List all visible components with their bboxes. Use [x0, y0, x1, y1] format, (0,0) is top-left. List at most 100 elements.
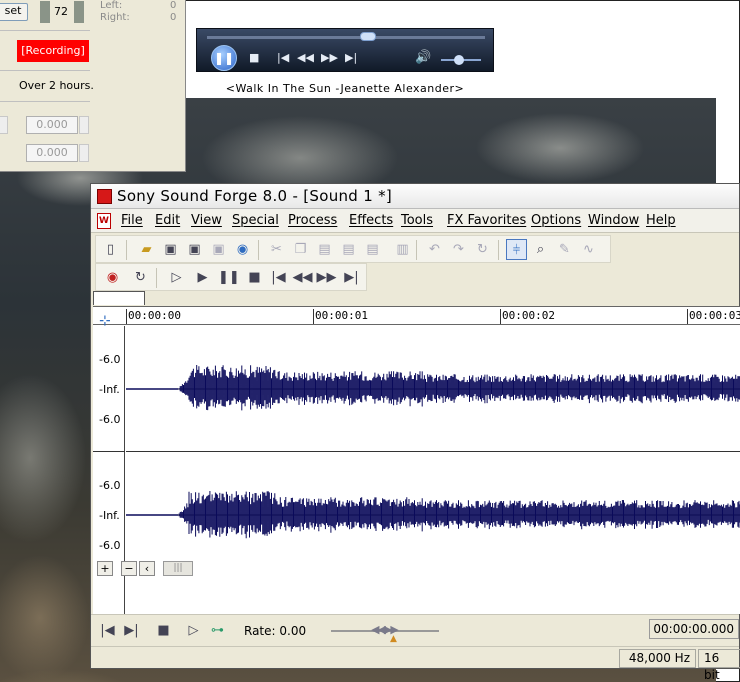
play-icon[interactable]: ▶	[192, 267, 213, 288]
pencil-tool-icon[interactable]: ✎	[554, 239, 575, 260]
menu-view[interactable]: View	[191, 213, 222, 228]
toolbar-separator	[156, 268, 157, 288]
now-playing-title: <Walk In The Sun -Jeanette Alexander>	[225, 82, 465, 95]
menu-process[interactable]: Process	[288, 213, 337, 228]
zoom-out-button[interactable]: −	[121, 561, 137, 576]
new-file-icon[interactable]: ▯	[100, 239, 121, 260]
edit-tool-icon[interactable]: ⫩	[506, 239, 527, 260]
rate-marker-icon: ▲	[390, 634, 397, 644]
pause-icon: ❚❚	[213, 51, 235, 65]
transport-toolbar: ◉ ↻ ▷ ▶ ❚❚ ■ |◀ ◀◀ ▶▶ ▶|	[95, 263, 367, 291]
level-value: 72	[54, 5, 68, 18]
rewind-button-icon[interactable]: ◀◀	[292, 267, 313, 288]
previous-icon[interactable]: |◀	[277, 52, 289, 64]
play-all-icon[interactable]: ▷	[166, 267, 187, 288]
go-to-end-icon[interactable]: ▶|	[121, 620, 142, 641]
waveform-path	[178, 491, 740, 539]
redo-icon[interactable]: ↷	[448, 239, 469, 260]
left-label: Left:	[100, 0, 123, 11]
stop-icon[interactable]: ■	[153, 620, 174, 641]
title-bar[interactable]: Sony Sound Forge 8.0 - [Sound 1 *]	[91, 184, 739, 209]
play-cursor-icon[interactable]: ⊶	[207, 620, 228, 641]
menu-fx-favorites[interactable]: FX Favorites	[447, 213, 526, 228]
paste-special-icon[interactable]: ▤	[362, 239, 383, 260]
value-field-1[interactable]: 0.000	[26, 116, 78, 134]
seek-bar[interactable]	[207, 36, 485, 39]
open-folder-icon[interactable]: ▰	[136, 239, 157, 260]
go-to-start-icon[interactable]: |◀	[268, 267, 289, 288]
stop-icon[interactable]: ■	[249, 52, 259, 64]
play-normal-icon[interactable]: ▷	[183, 620, 204, 641]
recording-panel: set 72 Left: 0 Right: 0 [Recording] Over…	[0, 0, 186, 172]
pause-button-icon[interactable]: ❚❚	[218, 267, 240, 288]
menu-effects[interactable]: Effects	[349, 213, 393, 228]
sample-rate: 48,000 Hz	[619, 649, 696, 668]
time-display: 00:00:00.000	[649, 619, 739, 639]
publish-icon[interactable]: ◉	[232, 239, 253, 260]
time-ruler[interactable]: ⊹ 00:00:00 00:00:01 00:00:02 00:00:03	[93, 307, 740, 329]
menu-help[interactable]: Help	[646, 213, 676, 228]
mix-icon[interactable]: ▤	[338, 239, 359, 260]
envelope-tool-icon[interactable]: ∿	[578, 239, 599, 260]
stop-button-icon[interactable]: ■	[244, 267, 265, 288]
volume-icon[interactable]: 🔊	[415, 51, 431, 64]
next-icon[interactable]: ▶|	[345, 52, 357, 64]
level-label: -6.0	[99, 353, 121, 366]
scroll-thumb[interactable]: |||	[163, 561, 193, 576]
render-icon[interactable]: ▣	[208, 239, 229, 260]
status-bar: 48,000 Hz 16 bit	[91, 646, 740, 682]
value-field-2[interactable]: 0.000	[26, 144, 78, 162]
level-label: -Inf.	[99, 509, 120, 522]
time-left: Over 2 hours.	[19, 79, 94, 92]
recording-status: [Recording]	[17, 40, 89, 62]
reset-button-label: set	[4, 4, 22, 17]
spinner-2[interactable]	[79, 116, 89, 134]
copy-icon[interactable]: ❐	[290, 239, 311, 260]
trim-icon[interactable]: ▥	[392, 239, 413, 260]
level-label: -6.0	[99, 479, 121, 492]
left-value: 0	[170, 0, 177, 11]
rewind-icon[interactable]: ◀◀	[297, 52, 314, 64]
channel-divider	[93, 451, 125, 452]
repeat-icon[interactable]: ↻	[472, 239, 493, 260]
level-label: -6.0	[99, 539, 121, 552]
window-title: Sony Sound Forge 8.0 - [Sound 1 *]	[117, 187, 393, 205]
record-icon[interactable]: ◉	[102, 267, 123, 288]
channel-left[interactable]	[126, 326, 740, 452]
menu-window[interactable]: Window	[588, 213, 639, 228]
data-window: ⊹ 00:00:00 00:00:01 00:00:02 00:00:03 -6…	[93, 306, 740, 615]
go-to-start-icon[interactable]: |◀	[97, 620, 118, 641]
loop-icon[interactable]: ↻	[130, 267, 151, 288]
menu-special[interactable]: Special	[232, 213, 279, 228]
seek-thumb[interactable]	[360, 32, 377, 41]
toolbar-separator	[258, 240, 259, 260]
ruler-tick: 00:00:01	[313, 309, 368, 324]
data-window-tab[interactable]	[93, 291, 145, 305]
menu-edit[interactable]: Edit	[155, 213, 180, 228]
paste-icon[interactable]: ▤	[314, 239, 335, 260]
spinner-3[interactable]	[79, 144, 89, 162]
forward-button-icon[interactable]: ▶▶	[316, 267, 337, 288]
zoom-in-button[interactable]: +	[97, 561, 113, 576]
volume-thumb[interactable]	[454, 55, 464, 65]
fast-forward-icon[interactable]: ▶▶	[321, 52, 338, 64]
reset-button[interactable]: set	[0, 3, 28, 21]
spinner-1[interactable]	[0, 116, 8, 134]
save-icon[interactable]: ▣	[160, 239, 181, 260]
menu-tools[interactable]: Tools	[401, 213, 433, 228]
save-as-icon[interactable]: ▣	[184, 239, 205, 260]
toolbar-separator	[416, 240, 417, 260]
ruler-tick: 00:00:03	[687, 309, 740, 324]
channel-right[interactable]	[126, 452, 740, 578]
menu-file[interactable]: File	[121, 213, 143, 228]
scroll-left-icon[interactable]: ‹	[139, 561, 155, 576]
document-icon[interactable]: W	[97, 213, 111, 229]
sound-forge-window: Sony Sound Forge 8.0 - [Sound 1 *] W Fil…	[90, 183, 740, 682]
cut-icon[interactable]: ✂	[266, 239, 287, 260]
go-to-end-icon[interactable]: ▶|	[341, 267, 362, 288]
undo-icon[interactable]: ↶	[424, 239, 445, 260]
pause-button[interactable]: ❚❚	[211, 45, 237, 71]
magnify-tool-icon[interactable]: ⌕	[530, 239, 551, 260]
menu-options[interactable]: Options	[531, 213, 581, 228]
ruler-tick: 00:00:00	[126, 309, 181, 324]
